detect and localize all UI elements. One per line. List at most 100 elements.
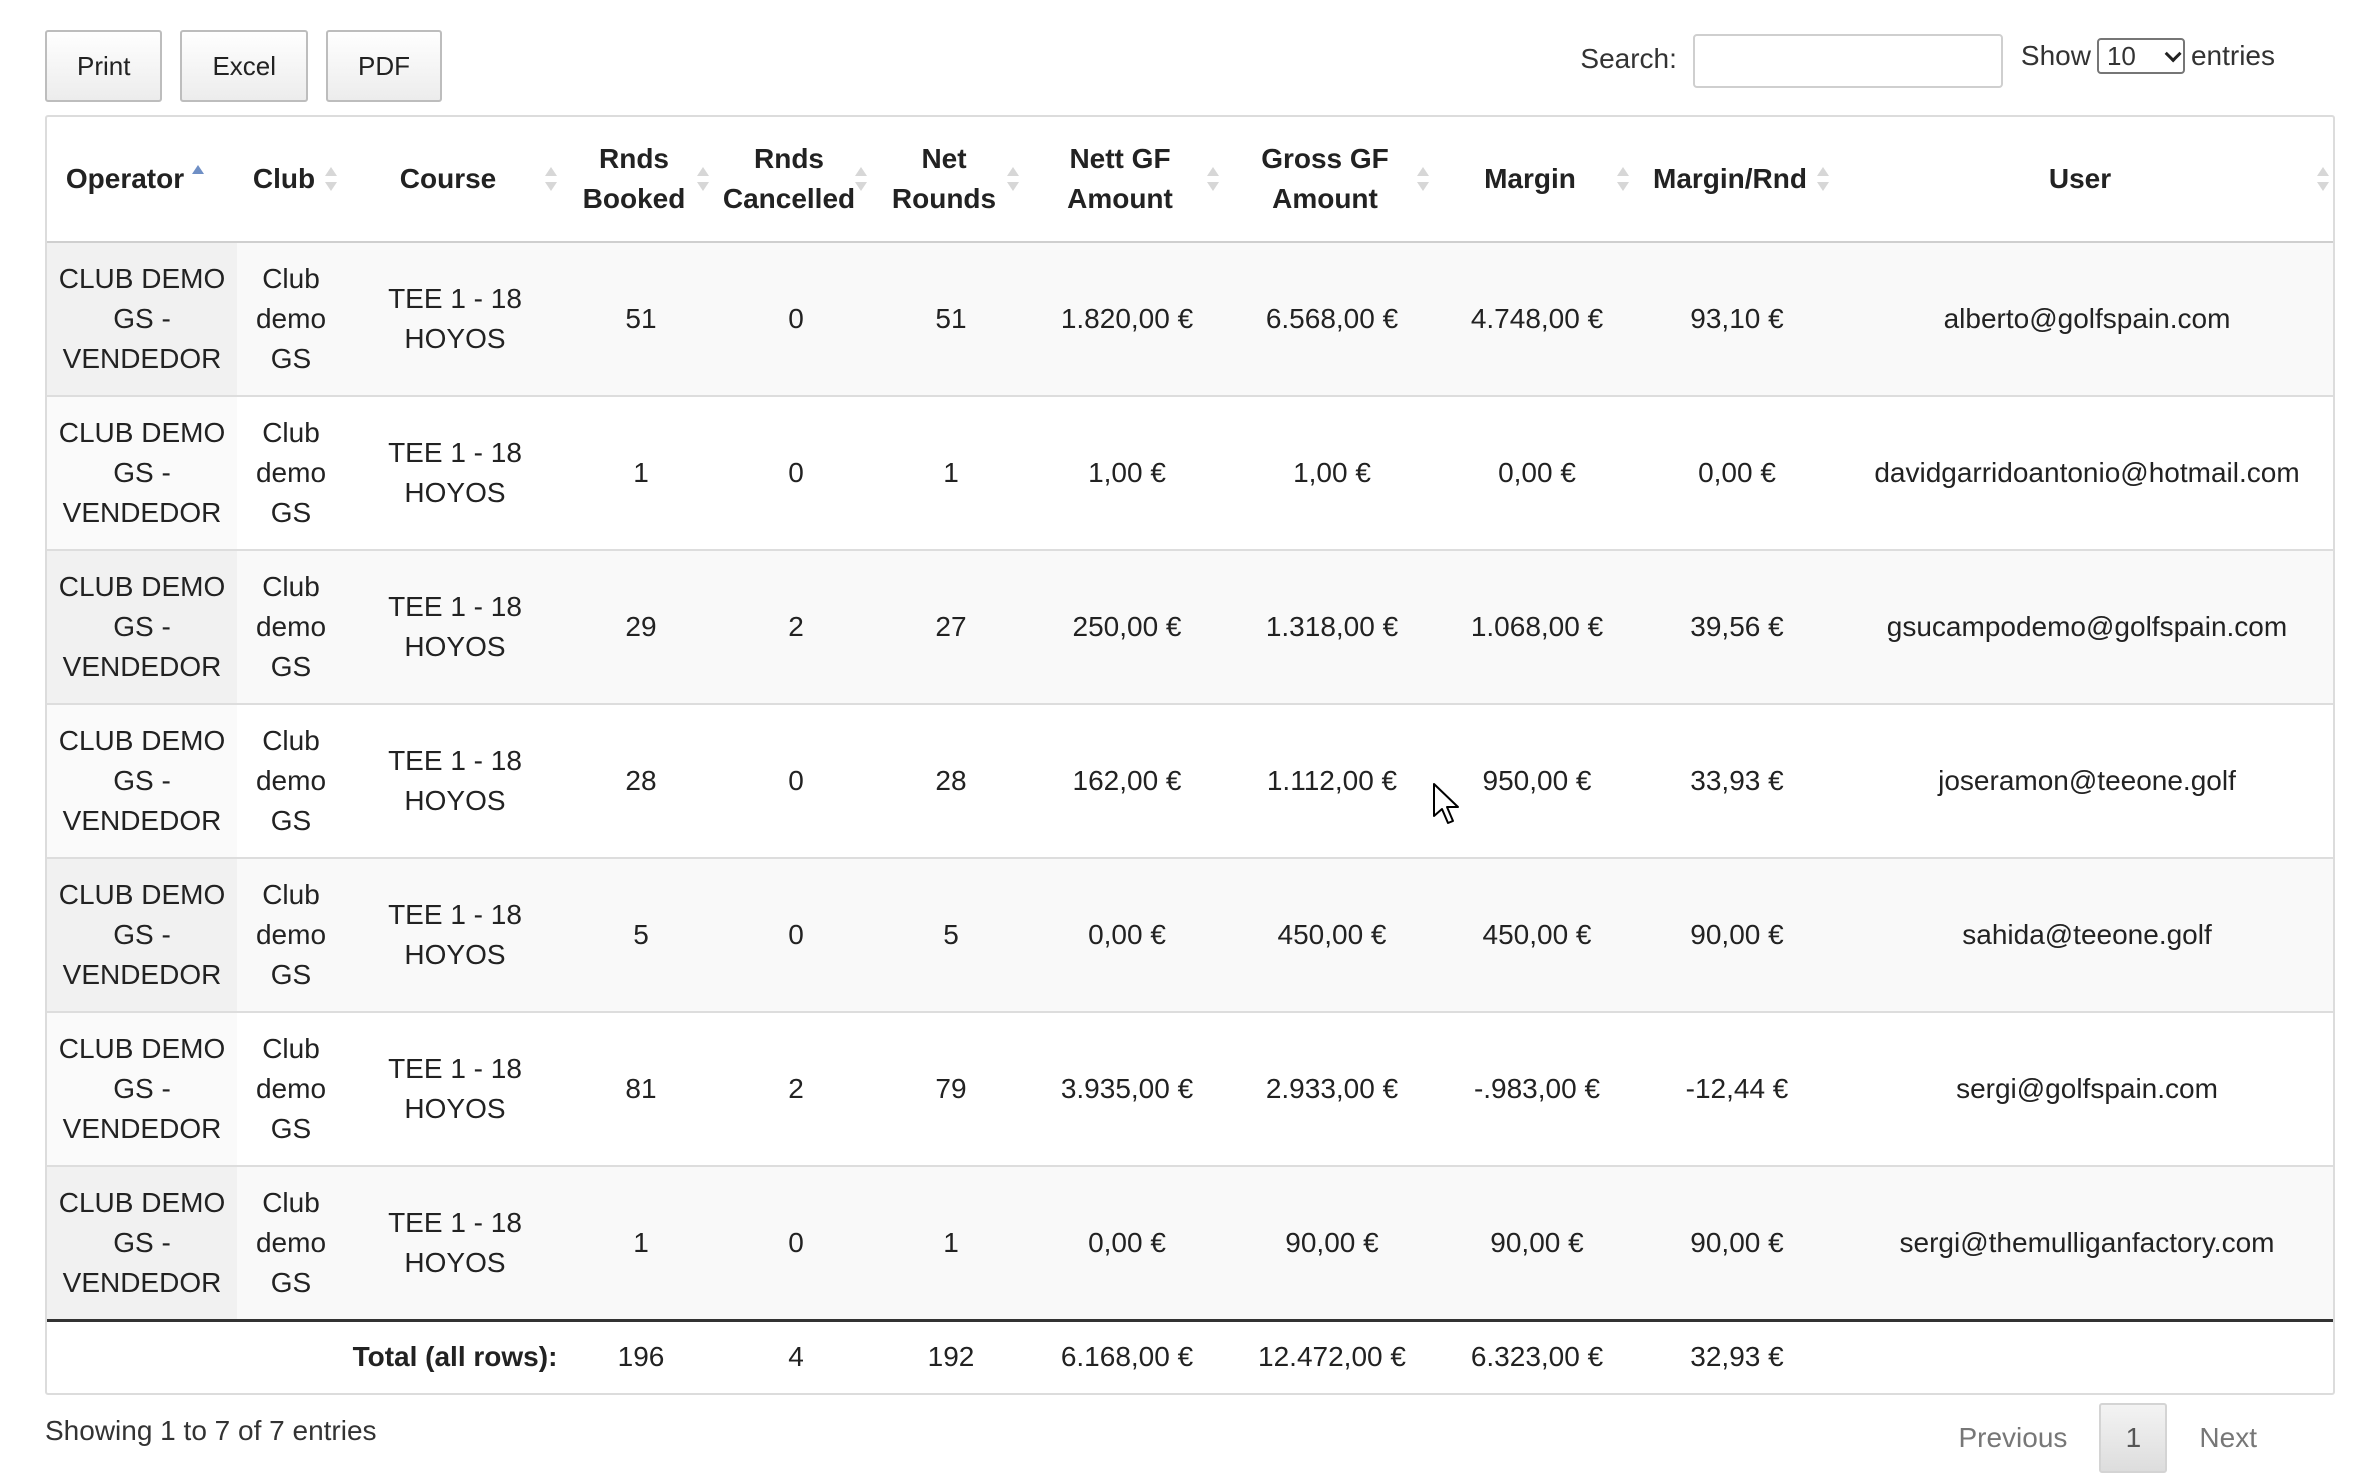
col-header-nett-gf-amount[interactable]: Nett GF Amount <box>1027 117 1227 243</box>
cell-nett-gf-amount: 250,00 € <box>1027 550 1227 705</box>
cell-club: Club demo GS <box>237 858 345 1013</box>
cell-gross-gf-amount: 2.933,00 € <box>1227 1012 1437 1167</box>
sort-both-icon <box>1417 166 1429 192</box>
show-label: Show <box>2020 40 2091 71</box>
mouse-pointer-icon <box>1433 783 1459 824</box>
cell-club: Club demo GS <box>237 550 345 705</box>
cell-nett-gf-amount: 162,00 € <box>1027 704 1227 859</box>
total-margin-rnd: 32,93 € <box>1690 1340 1784 1372</box>
cell-gross-gf-amount: 450,00 € <box>1227 858 1437 1013</box>
col-header-margin-rnd[interactable]: Margin/Rnd <box>1637 117 1837 243</box>
next-button[interactable]: Next <box>2181 1403 2275 1473</box>
totals-empty-cell <box>1837 1320 2333 1392</box>
cell-margin-rnd: 0,00 € <box>1637 396 1837 551</box>
sort-both-icon <box>1817 166 1829 192</box>
cell-margin: 90,00 € <box>1437 1166 1637 1322</box>
search-input[interactable] <box>1692 34 2003 88</box>
cell-margin-rnd: 93,10 € <box>1637 242 1837 397</box>
cell-rnds-booked: 81 <box>565 1012 717 1167</box>
col-header-course[interactable]: Course <box>345 117 565 243</box>
print-button[interactable]: Print <box>45 30 163 102</box>
table-row: CLUB DEMO GS - VENDEDOR Club demo GS TEE 1… <box>47 1166 2333 1322</box>
cell-rnds-cancelled: 0 <box>717 396 875 551</box>
col-header-gross-gf-amount[interactable]: Gross GF Amount <box>1227 117 1437 243</box>
cell-course: TEE 1 - 18 HOYOS <box>345 550 565 705</box>
col-header-operator[interactable]: Operator <box>47 117 237 243</box>
sort-both-icon <box>325 166 337 192</box>
total-net: 192 <box>927 1340 975 1372</box>
col-header-net-rounds[interactable]: Net Rounds <box>875 117 1027 243</box>
cell-club: Club demo GS <box>237 1012 345 1167</box>
excel-button[interactable]: Excel <box>180 30 309 102</box>
col-header-user[interactable]: User <box>1837 117 2333 243</box>
cell-operator: CLUB DEMO GS - VENDEDOR <box>47 396 237 551</box>
page-button-current[interactable]: 1 <box>2099 1403 2168 1473</box>
total-booked: 196 <box>617 1340 665 1372</box>
cell-course: TEE 1 - 18 HOYOS <box>345 858 565 1013</box>
pagination: Previous 1 Next <box>1940 1403 2275 1473</box>
cell-margin: -.983,00 € <box>1437 1012 1637 1167</box>
cell-net-rounds: 28 <box>875 704 1027 859</box>
cell-margin-rnd: 90,00 € <box>1637 1166 1837 1322</box>
sort-both-icon <box>1007 166 1019 192</box>
cell-user: gsucampodemo@golfspain.com <box>1837 550 2333 705</box>
length-control: Show 10 entries <box>2021 38 2275 74</box>
col-header-club[interactable]: Club <box>237 117 345 243</box>
cell-rnds-cancelled: 0 <box>717 242 875 397</box>
cell-gross-gf-amount: 6.568,00 € <box>1227 242 1437 397</box>
cell-user: davidgarridoantonio@hotmail.com <box>1837 396 2333 551</box>
total-cancelled: 4 <box>788 1340 804 1372</box>
cell-rnds-booked: 1 <box>565 1166 717 1322</box>
cell-operator: CLUB DEMO GS - VENDEDOR <box>47 704 237 859</box>
previous-button[interactable]: Previous <box>1940 1403 2085 1473</box>
cell-gross-gf-amount: 90,00 € <box>1227 1166 1437 1322</box>
cell-margin-rnd: -12,44 € <box>1637 1012 1837 1167</box>
col-header-margin[interactable]: Margin <box>1437 117 1637 243</box>
cell-nett-gf-amount: 0,00 € <box>1027 858 1227 1013</box>
table-info: Showing 1 to 7 of 7 entries <box>45 1415 377 1446</box>
sort-both-icon <box>1207 166 1219 192</box>
cell-club: Club demo GS <box>237 396 345 551</box>
table-row: CLUB DEMO GS - VENDEDOR Club demo GS TEE 1… <box>47 1012 2333 1167</box>
col-header-rnds-booked[interactable]: Rnds Booked <box>565 117 717 243</box>
sort-both-icon <box>855 166 867 192</box>
entries-label: entries <box>2190 40 2275 71</box>
cell-rnds-booked: 29 <box>565 550 717 705</box>
cell-course: TEE 1 - 18 HOYOS <box>345 1012 565 1167</box>
table-controls: Search: Show 10 entries <box>1580 30 2275 88</box>
report-table: Operator Club Course Rnds Booked Rnds Canc… <box>45 115 2335 1395</box>
cell-operator: CLUB DEMO GS - VENDEDOR <box>47 1166 237 1322</box>
cell-net-rounds: 79 <box>875 1012 1027 1167</box>
search-label: Search: <box>1580 43 1677 74</box>
cell-user: sergi@golfspain.com <box>1837 1012 2333 1167</box>
cell-rnds-cancelled: 2 <box>717 1012 875 1167</box>
totals-empty-cell <box>237 1320 345 1392</box>
cell-gross-gf-amount: 1,00 € <box>1227 396 1437 551</box>
cell-nett-gf-amount: 3.935,00 € <box>1027 1012 1227 1167</box>
cell-operator: CLUB DEMO GS - VENDEDOR <box>47 858 237 1013</box>
entries-select-value: 10 <box>2106 40 2136 71</box>
pdf-button[interactable]: PDF <box>326 30 443 102</box>
cell-rnds-booked: 28 <box>565 704 717 859</box>
col-header-rnds-cancelled[interactable]: Rnds Cancelled <box>717 117 875 243</box>
cell-margin: 950,00 € <box>1437 704 1637 859</box>
sort-asc-icon <box>192 164 205 184</box>
cell-club: Club demo GS <box>237 242 345 397</box>
cell-margin: 4.748,00 € <box>1437 242 1637 397</box>
cell-net-rounds: 5 <box>875 858 1027 1013</box>
export-toolbar: Print Excel PDF <box>45 30 443 102</box>
cell-rnds-cancelled: 0 <box>717 1166 875 1322</box>
cell-nett-gf-amount: 1.820,00 € <box>1027 242 1227 397</box>
cell-margin-rnd: 39,56 € <box>1637 550 1837 705</box>
table-row: CLUB DEMO GS - VENDEDOR Club demo GS TEE 1… <box>47 396 2333 551</box>
table-totals-row: Total (all rows): 196 4 192 6.168,00 € 1… <box>47 1320 2333 1392</box>
cell-net-rounds: 1 <box>875 1166 1027 1322</box>
total-margin: 6.323,00 € <box>1470 1340 1604 1372</box>
cell-rnds-booked: 1 <box>565 396 717 551</box>
cell-margin-rnd: 90,00 € <box>1637 858 1837 1013</box>
entries-select[interactable]: 10 <box>2096 38 2185 74</box>
totals-empty-cell <box>47 1320 237 1392</box>
cell-user: sergi@themulliganfactory.com <box>1837 1166 2333 1322</box>
cell-gross-gf-amount: 1.318,00 € <box>1227 550 1437 705</box>
cell-net-rounds: 1 <box>875 396 1027 551</box>
